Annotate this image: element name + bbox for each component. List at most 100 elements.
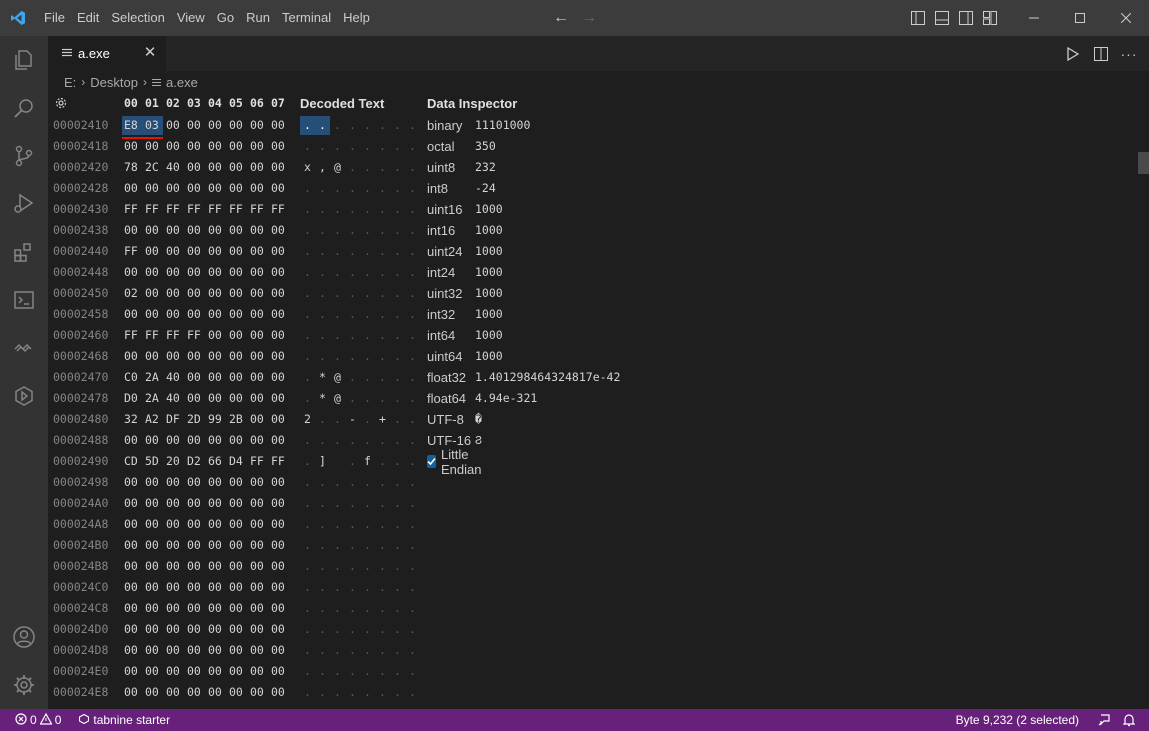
decoded-char[interactable]: . xyxy=(300,346,315,367)
decoded-char[interactable]: . xyxy=(390,241,405,262)
hex-byte[interactable]: 00 xyxy=(124,136,144,157)
decoded-char[interactable]: . xyxy=(390,661,405,682)
hex-byte[interactable]: 2C xyxy=(145,157,165,178)
hex-byte[interactable]: 00 xyxy=(271,304,291,325)
decoded-char[interactable]: . xyxy=(315,619,330,640)
hex-byte[interactable]: 00 xyxy=(208,535,228,556)
decoded-char[interactable]: . xyxy=(405,199,420,220)
hex-byte[interactable]: 00 xyxy=(166,682,186,703)
hex-byte[interactable]: 00 xyxy=(208,493,228,514)
hex-byte[interactable]: 00 xyxy=(187,430,207,451)
decoded-char[interactable]: . xyxy=(330,535,345,556)
decoded-char[interactable]: . xyxy=(405,619,420,640)
hex-byte[interactable]: C0 xyxy=(124,367,144,388)
decoded-char[interactable]: . xyxy=(345,388,360,409)
hex-byte[interactable]: 00 xyxy=(229,598,249,619)
decoded-char[interactable]: . xyxy=(330,283,345,304)
hex-byte[interactable]: 00 xyxy=(271,178,291,199)
hex-byte[interactable]: 00 xyxy=(229,577,249,598)
hex-byte[interactable]: 00 xyxy=(229,661,249,682)
decoded-char[interactable]: . xyxy=(360,556,375,577)
hex-byte[interactable]: 00 xyxy=(229,157,249,178)
decoded-char[interactable]: . xyxy=(405,451,420,472)
decoded-char[interactable]: . xyxy=(300,535,315,556)
decoded-char[interactable]: . xyxy=(405,514,420,535)
hex-byte[interactable]: 00 xyxy=(229,262,249,283)
hex-byte[interactable]: 00 xyxy=(124,493,144,514)
hex-byte[interactable]: 00 xyxy=(250,157,270,178)
hex-byte[interactable]: FF xyxy=(187,199,207,220)
hex-byte[interactable]: 00 xyxy=(271,640,291,661)
hex-byte[interactable]: 03 xyxy=(145,115,165,136)
hex-byte[interactable]: D0 xyxy=(124,388,144,409)
decoded-char[interactable]: . xyxy=(360,157,375,178)
decoded-char[interactable]: . xyxy=(345,283,360,304)
decoded-char[interactable]: . xyxy=(360,619,375,640)
hex-byte[interactable]: FF xyxy=(271,199,291,220)
decoded-char[interactable]: . xyxy=(345,346,360,367)
hex-byte[interactable]: 00 xyxy=(250,619,270,640)
decoded-char[interactable]: . xyxy=(315,283,330,304)
decoded-char[interactable]: . xyxy=(390,493,405,514)
menu-item-go[interactable]: Go xyxy=(211,0,240,36)
hex-byte[interactable]: 00 xyxy=(124,661,144,682)
breadcrumb-file[interactable]: a.exe xyxy=(166,75,198,90)
hex-byte[interactable]: 00 xyxy=(250,535,270,556)
decoded-char[interactable]: . xyxy=(375,157,390,178)
decoded-char[interactable]: . xyxy=(300,472,315,493)
decoded-char[interactable]: . xyxy=(360,493,375,514)
hex-byte[interactable]: 00 xyxy=(271,682,291,703)
hex-byte[interactable]: 00 xyxy=(250,640,270,661)
decoded-char[interactable]: . xyxy=(300,115,315,136)
menu-item-file[interactable]: File xyxy=(38,0,71,36)
hex-byte[interactable]: 00 xyxy=(229,514,249,535)
hex-byte[interactable]: 00 xyxy=(124,619,144,640)
hex-byte[interactable]: 00 xyxy=(208,367,228,388)
decoded-char[interactable]: . xyxy=(315,472,330,493)
decoded-char[interactable]: . xyxy=(360,136,375,157)
hex-byte[interactable]: E8 xyxy=(124,115,144,136)
decoded-char[interactable]: . xyxy=(345,115,360,136)
hex-byte[interactable]: 2A xyxy=(145,388,165,409)
decoded-char[interactable]: . xyxy=(330,304,345,325)
decoded-char[interactable]: . xyxy=(300,178,315,199)
hex-byte[interactable]: 00 xyxy=(166,346,186,367)
decoded-char[interactable]: . xyxy=(405,346,420,367)
run-icon[interactable] xyxy=(1065,46,1081,62)
hex-byte[interactable]: 00 xyxy=(271,115,291,136)
decoded-char[interactable]: . xyxy=(375,220,390,241)
hex-byte[interactable]: 00 xyxy=(250,346,270,367)
hex-byte[interactable]: 00 xyxy=(145,619,165,640)
hex-byte[interactable]: 00 xyxy=(187,304,207,325)
decoded-char[interactable]: . xyxy=(375,304,390,325)
close-window-icon[interactable] xyxy=(1103,0,1149,36)
decoded-char[interactable]: . xyxy=(375,115,390,136)
decoded-char[interactable]: . xyxy=(315,262,330,283)
decoded-char[interactable]: . xyxy=(375,535,390,556)
hex-byte[interactable]: 00 xyxy=(208,241,228,262)
hex-byte[interactable]: 00 xyxy=(271,430,291,451)
hex-byte[interactable]: 00 xyxy=(187,262,207,283)
hex-byte[interactable]: 2B xyxy=(229,409,249,430)
hex-byte[interactable]: FF xyxy=(166,325,186,346)
hex-byte[interactable]: 00 xyxy=(187,283,207,304)
hex-byte[interactable]: 00 xyxy=(187,598,207,619)
decoded-char[interactable]: . xyxy=(345,514,360,535)
hex-byte[interactable]: CD xyxy=(124,451,144,472)
hex-byte[interactable]: 00 xyxy=(124,472,144,493)
decoded-char[interactable]: . xyxy=(360,262,375,283)
hex-byte[interactable]: 00 xyxy=(187,241,207,262)
decoded-char[interactable]: . xyxy=(375,640,390,661)
toggle-panel-icon[interactable] xyxy=(934,10,950,26)
breadcrumb-drive[interactable]: E: xyxy=(64,75,76,90)
decoded-char[interactable]: . xyxy=(315,346,330,367)
decoded-char[interactable]: @ xyxy=(330,157,345,178)
decoded-char[interactable]: . xyxy=(360,199,375,220)
hex-byte[interactable]: 40 xyxy=(166,367,186,388)
hex-byte[interactable]: 00 xyxy=(250,115,270,136)
decoded-char[interactable]: . xyxy=(405,388,420,409)
decoded-char[interactable]: . xyxy=(375,178,390,199)
decoded-char[interactable]: . xyxy=(390,451,405,472)
decoded-char[interactable]: . xyxy=(405,430,420,451)
decoded-char[interactable]: . xyxy=(390,115,405,136)
